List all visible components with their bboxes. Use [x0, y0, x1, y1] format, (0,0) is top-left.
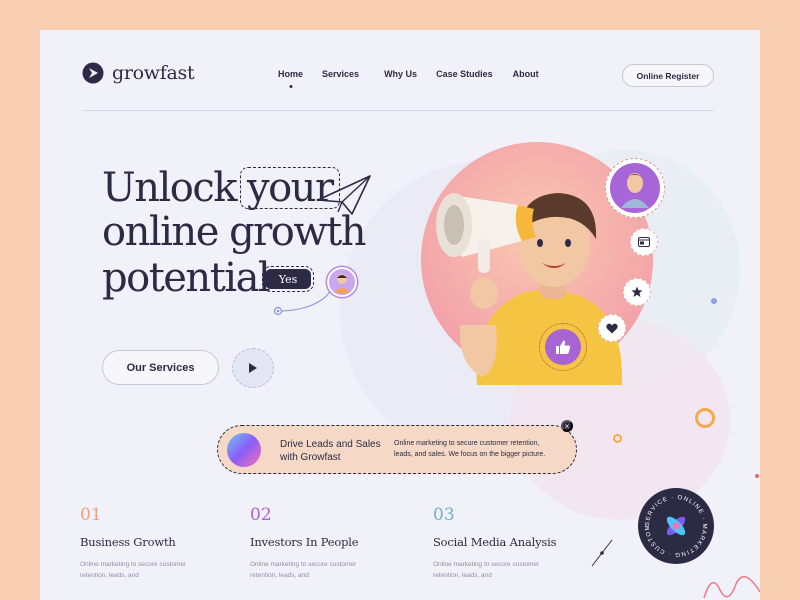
- feature-title: Social Media Analysis: [433, 535, 557, 549]
- play-video-button[interactable]: [232, 348, 274, 388]
- feature-number: 01: [80, 505, 102, 525]
- avatar: [327, 267, 357, 297]
- feature-title: Business Growth: [80, 535, 176, 549]
- close-icon: ×: [564, 421, 570, 431]
- decorative-dot: [755, 474, 759, 478]
- feature-item: 03 Social Media Analysis Online marketin…: [433, 505, 556, 582]
- header-divider: [82, 110, 714, 111]
- feature-item: 02 Investors In People Online marketing …: [250, 505, 360, 582]
- nav-why-us[interactable]: Why Us: [384, 69, 417, 79]
- feature-number: 03: [433, 505, 455, 525]
- browser-icon: [638, 237, 650, 247]
- decorative-squiggle: [703, 575, 761, 599]
- play-icon: [249, 363, 257, 373]
- hero-heading-line-1: Unlock your: [102, 167, 340, 209]
- person-icon: [621, 173, 649, 208]
- feature-text: Online marketing to secure customer rete…: [80, 561, 187, 580]
- feature-text: Online marketing to secure customer rete…: [433, 561, 540, 580]
- feature-text: Online marketing to secure customer rete…: [250, 561, 357, 580]
- heart-icon: [606, 323, 618, 333]
- banner-text: Online marketing to secure customer rete…: [394, 440, 546, 458]
- growfast-logo-icon: [82, 62, 104, 84]
- browser-icon-button[interactable]: [630, 228, 658, 256]
- feature-item: 01 Business Growth Online marketing to s…: [80, 505, 190, 582]
- avatar: [605, 158, 665, 218]
- close-banner-button[interactable]: ×: [561, 420, 573, 432]
- nav-services[interactable]: Services: [322, 69, 359, 79]
- banner-title: Drive Leads and Sales with Growfast: [280, 439, 381, 463]
- badge-ring-text: SERVICE · ONLINE · MARKETING · CUSTOMER …: [638, 488, 706, 557]
- connector-line: [273, 290, 331, 316]
- active-indicator: [289, 85, 292, 88]
- decorative-dot: [711, 298, 717, 304]
- online-register-button[interactable]: Online Register: [622, 64, 714, 87]
- avatar-inner: [610, 163, 660, 213]
- like-button-inner: [545, 329, 581, 365]
- thumbs-up-icon: [556, 340, 571, 354]
- brand-name: growfast: [112, 62, 195, 84]
- gradient-orb-icon: [227, 433, 261, 467]
- brand-logo[interactable]: growfast: [82, 62, 195, 84]
- hero-heading-line-3: potential: [102, 255, 271, 301]
- our-services-button[interactable]: Our Services: [102, 350, 219, 385]
- decorative-ring: [613, 434, 622, 443]
- hero-word-unlock: Unlock: [102, 165, 238, 211]
- nav-home[interactable]: Home: [278, 69, 304, 88]
- promo-banner: Drive Leads and Sales with Growfast Onli…: [217, 420, 577, 474]
- customer-service-badge[interactable]: SERVICE · ONLINE · MARKETING · CUSTOMER …: [638, 488, 714, 564]
- person-icon: [334, 274, 350, 293]
- heart-icon-button[interactable]: [598, 314, 626, 342]
- nav-case-studies[interactable]: Case Studies: [436, 69, 493, 79]
- nav-home-label: Home: [278, 69, 304, 79]
- paper-plane-icon: [317, 175, 371, 215]
- decorative-ring: [695, 408, 715, 428]
- like-button[interactable]: [539, 323, 587, 371]
- star-icon-button[interactable]: [623, 278, 651, 306]
- main-nav: Home Services Why Us Case Studies About: [278, 69, 539, 88]
- x-flower-icon: [666, 516, 686, 536]
- feature-title: Investors In People: [250, 535, 359, 549]
- nav-about[interactable]: About: [513, 69, 539, 79]
- star-icon: [631, 286, 643, 297]
- landing-page: growfast Home Services Why Us Case Studi…: [40, 30, 760, 600]
- decorative-line: [591, 539, 613, 567]
- feature-number: 02: [250, 505, 272, 525]
